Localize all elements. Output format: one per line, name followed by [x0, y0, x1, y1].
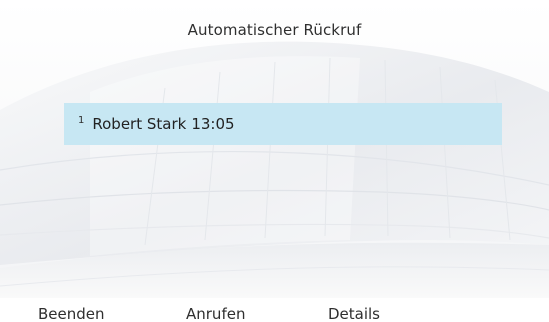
caller-name: Robert Stark: [92, 115, 187, 133]
list-item-index: 1: [78, 114, 85, 126]
softkey-bar: Beenden Anrufen Details: [0, 298, 549, 322]
list-item-selected[interactable]: 1 Robert Stark 13:05: [64, 103, 502, 145]
details-softkey[interactable]: Details: [328, 305, 380, 322]
phone-screen: Automatischer Rückruf 1 Robert Stark 13:…: [0, 0, 549, 322]
end-softkey[interactable]: Beenden: [38, 305, 105, 322]
call-time: 13:05: [191, 115, 235, 133]
call-softkey[interactable]: Anrufen: [186, 305, 245, 322]
screen-title: Automatischer Rückruf: [187, 21, 362, 39]
callback-list: 1 Robert Stark 13:05: [64, 103, 502, 145]
background-architecture-graphic: [0, 0, 549, 300]
